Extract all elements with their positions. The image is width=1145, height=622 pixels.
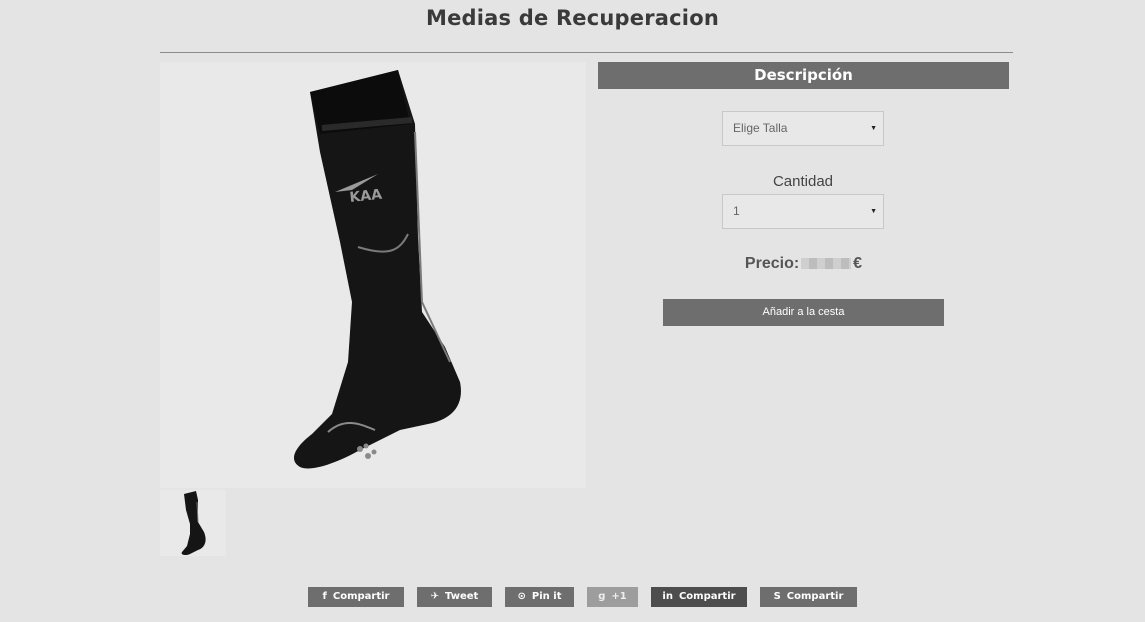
share-pinterest-button[interactable]: ⊙ Pin it bbox=[505, 587, 574, 607]
google-plus-icon: g bbox=[598, 591, 606, 602]
dropdown-arrow-icon: ▼ bbox=[870, 208, 877, 215]
twitter-icon: ✈ bbox=[430, 591, 440, 602]
share-twitter-button[interactable]: ✈ Tweet bbox=[417, 587, 492, 607]
price-currency: € bbox=[853, 255, 863, 272]
page-title: Medias de Recuperacion bbox=[426, 6, 719, 30]
title-divider bbox=[160, 52, 1013, 53]
quantity-label: Cantidad bbox=[772, 173, 834, 190]
add-to-cart-button[interactable]: Añadir a la cesta bbox=[663, 299, 944, 326]
share-googleplus-label: +1 bbox=[611, 591, 627, 602]
sock-thumbnail-icon bbox=[181, 491, 206, 556]
sock-image: KAA bbox=[293, 70, 461, 469]
price-label: Precio: bbox=[744, 255, 800, 272]
product-thumbnail[interactable] bbox=[160, 490, 226, 556]
description-header: Descripción bbox=[598, 62, 1009, 89]
share-googleplus-button[interactable]: g +1 bbox=[587, 587, 638, 607]
share-pinterest-label: Pin it bbox=[531, 591, 562, 602]
quantity-select-value: 1 bbox=[733, 204, 740, 218]
size-select[interactable]: Elige Talla ▼ bbox=[722, 111, 884, 146]
share-linkedin-button[interactable]: in Compartir bbox=[651, 587, 747, 607]
size-select-value: Elige Talla bbox=[733, 121, 788, 135]
price-value-blurred bbox=[801, 258, 852, 269]
price: Precio: € bbox=[598, 255, 1009, 273]
share-skype-button[interactable]: S Compartir bbox=[760, 587, 857, 607]
pinterest-icon: ⊙ bbox=[517, 591, 526, 602]
share-facebook-label: Compartir bbox=[332, 591, 390, 602]
share-linkedin-label: Compartir bbox=[678, 591, 736, 602]
quantity-select[interactable]: 1 ▼ bbox=[722, 194, 884, 229]
product-main-image: KAA bbox=[160, 62, 586, 488]
share-skype-label: Compartir bbox=[786, 591, 844, 602]
dropdown-arrow-icon: ▼ bbox=[870, 125, 877, 132]
share-bar: f Compartir ✈ Tweet ⊙ Pin it g +1 in Comparti… bbox=[0, 587, 1145, 607]
svg-text:KAA: KAA bbox=[349, 187, 383, 206]
share-twitter-label: Tweet bbox=[445, 591, 479, 602]
facebook-icon: f bbox=[322, 591, 327, 602]
linkedin-icon: in bbox=[662, 591, 673, 602]
skype-icon: S bbox=[773, 591, 781, 602]
share-facebook-button[interactable]: f Compartir bbox=[308, 587, 404, 607]
